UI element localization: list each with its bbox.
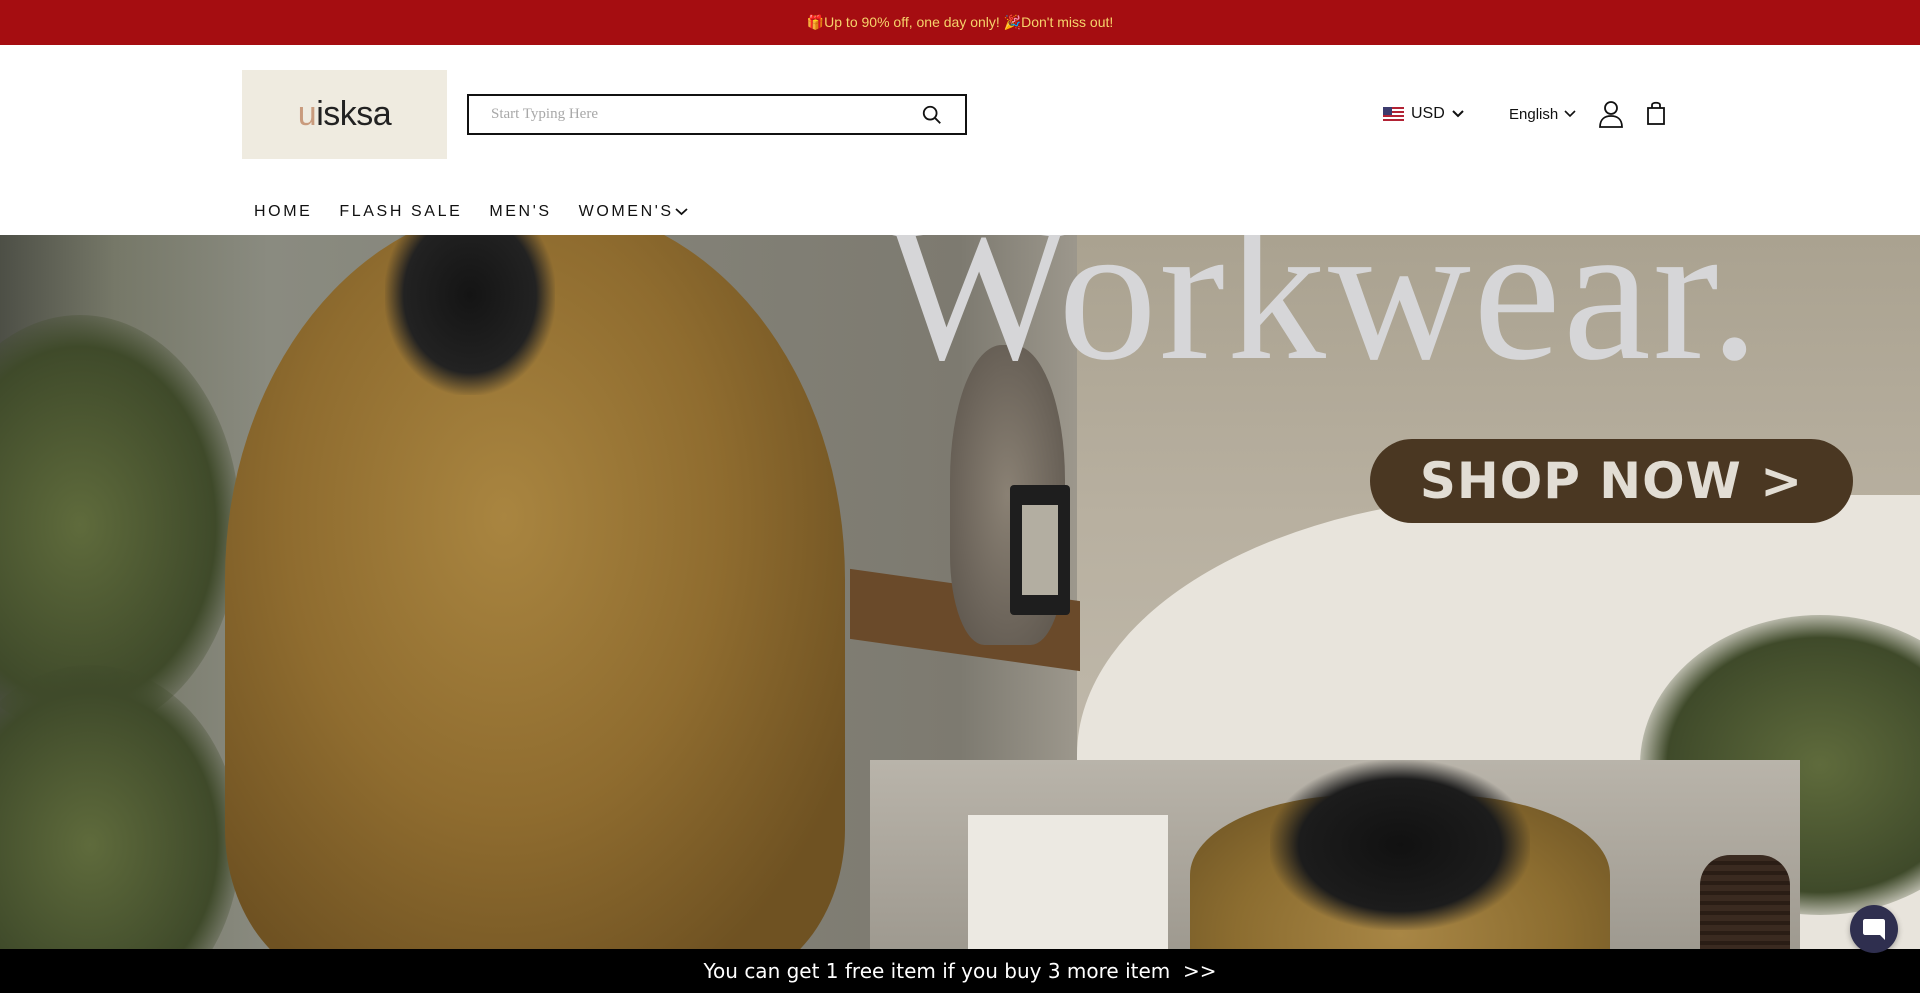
plant-decoration [0, 665, 240, 949]
chevron-down-icon [1452, 110, 1464, 118]
search-input[interactable] [491, 106, 919, 123]
currency-label: USD [1411, 105, 1445, 122]
model-left-hair [385, 235, 555, 395]
language-label: English [1509, 105, 1559, 123]
language-selector[interactable]: English [1509, 102, 1576, 126]
chat-bubble-icon [1863, 919, 1885, 940]
logo-name: isksa [316, 95, 392, 133]
main-nav: HOME FLASH SALE MEN'S WOMEN'S [254, 197, 715, 227]
search-icon [922, 105, 941, 124]
search-box [467, 94, 967, 135]
chevron-down-icon [1564, 110, 1576, 118]
hero-lower-white [968, 815, 1168, 949]
hero-banner[interactable]: Workwear. SHOP NOW > [0, 235, 1920, 949]
chevron-down-icon [675, 208, 688, 216]
user-icon [1599, 101, 1623, 128]
hero-title: Workwear. [885, 235, 1762, 401]
site-header: uisksa USD English HOME FLASH SALE MEN'S… [0, 45, 1920, 235]
nav-item-home[interactable]: HOME [254, 203, 312, 221]
store-logo[interactable]: uisksa [242, 70, 447, 159]
us-flag-icon [1383, 107, 1404, 121]
cart-button[interactable] [1644, 100, 1668, 126]
lantern-glow [1022, 505, 1058, 595]
shop-now-label: SHOP NOW > [1419, 452, 1804, 510]
model-right-hair [1270, 760, 1530, 930]
logo-letter: u [297, 95, 317, 133]
announcement-text: 🎁Up to 90% off, one day only! 🎉Don't mis… [806, 14, 1114, 30]
shop-now-button[interactable]: SHOP NOW > [1370, 439, 1853, 523]
promo-bar[interactable]: You can get 1 free item if you buy 3 mor… [0, 949, 1920, 993]
shopping-bag-icon [1647, 101, 1665, 125]
shutter-decoration [1700, 855, 1790, 949]
nav-item-flash-sale[interactable]: FLASH SALE [339, 203, 462, 221]
currency-selector[interactable]: USD [1383, 102, 1464, 126]
nav-item-mens[interactable]: MEN'S [489, 203, 551, 221]
account-button[interactable] [1598, 100, 1624, 128]
search-button[interactable] [919, 102, 945, 128]
promo-text: You can get 1 free item if you buy 3 mor… [703, 959, 1217, 983]
announcement-bar: 🎁Up to 90% off, one day only! 🎉Don't mis… [0, 0, 1920, 45]
nav-item-womens[interactable]: WOMEN'S [579, 203, 688, 221]
chat-button[interactable] [1850, 905, 1898, 953]
